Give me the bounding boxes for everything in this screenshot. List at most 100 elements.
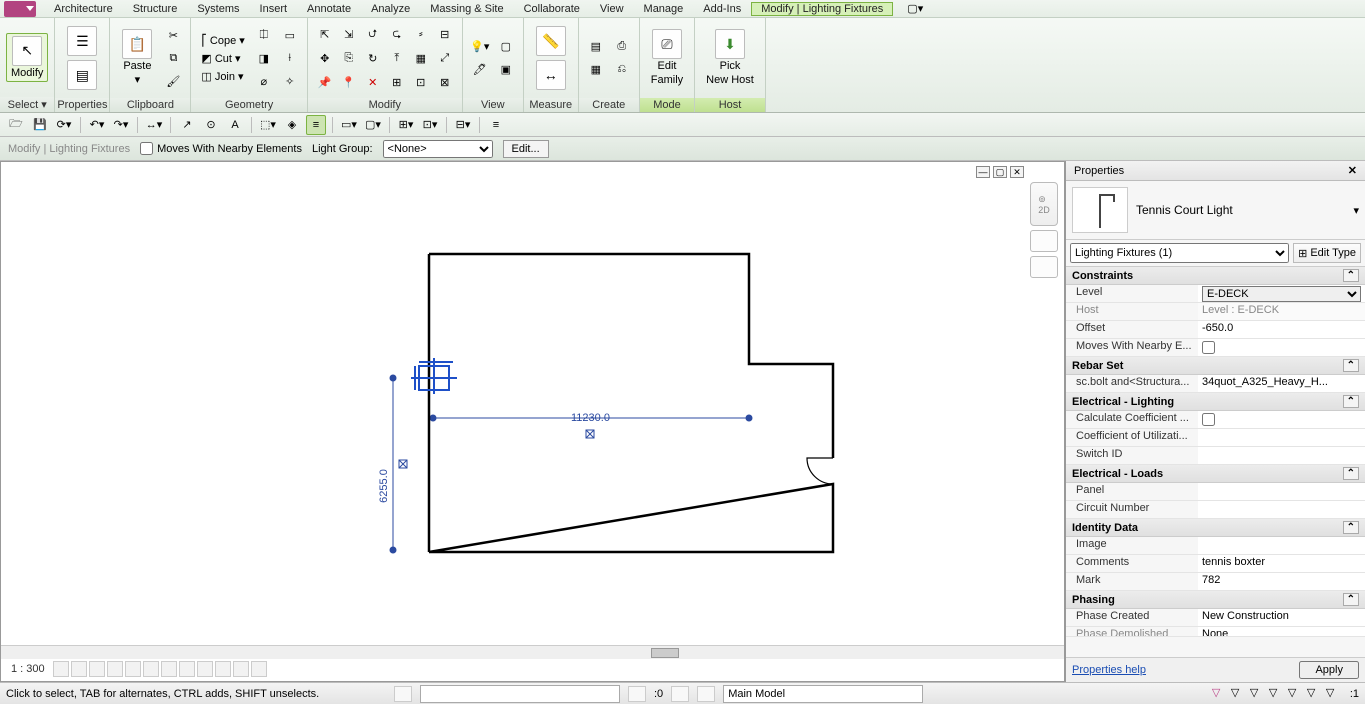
prop-value[interactable]: [1198, 483, 1365, 500]
qa-sync[interactable]: ⟳▾: [54, 115, 74, 135]
qa-customize[interactable]: ≡: [486, 115, 506, 135]
qa-more-3[interactable]: ⊟▾: [453, 115, 473, 135]
app-menu-button[interactable]: [4, 1, 36, 17]
prop-checkbox[interactable]: [1202, 413, 1215, 426]
vc-shadows[interactable]: [107, 661, 123, 677]
prop-value[interactable]: [1198, 501, 1365, 518]
prop-value[interactable]: 782: [1198, 573, 1365, 590]
move-button[interactable]: ✥: [314, 47, 336, 69]
moves-checkbox-label[interactable]: Moves With Nearby Elements: [140, 142, 302, 155]
copy-clipboard-button[interactable]: ⧉: [162, 47, 184, 69]
moves-checkbox[interactable]: [140, 142, 153, 155]
collapse-icon[interactable]: ⌃: [1343, 467, 1359, 480]
menu-addins[interactable]: Add-Ins: [693, 2, 751, 16]
qa-save[interactable]: 💾: [30, 115, 50, 135]
measure-button[interactable]: 📏 ↔: [530, 23, 572, 93]
prop-value[interactable]: [1198, 447, 1365, 464]
geom-tool-5[interactable]: ⟊: [279, 47, 301, 69]
collapse-icon[interactable]: ⌃: [1343, 521, 1359, 534]
menu-annotate[interactable]: Annotate: [297, 2, 361, 16]
edit-type-button[interactable]: ⊞ Edit Type: [1293, 243, 1361, 263]
sf-2[interactable]: ▽: [1231, 686, 1247, 702]
collapse-icon[interactable]: ⌃: [1343, 359, 1359, 372]
dim-vertical-value[interactable]: 6255.0: [378, 469, 390, 503]
cut-clipboard-button[interactable]: ✂: [162, 24, 184, 46]
mirror-draw-button[interactable]: ⮎: [386, 23, 408, 45]
sf-5[interactable]: ▽: [1288, 686, 1304, 702]
sf-1[interactable]: ▽: [1212, 686, 1228, 702]
array-button[interactable]: ▦: [410, 47, 432, 69]
canvas-hscrollbar[interactable]: [1, 645, 1064, 659]
collapse-icon[interactable]: ⌃: [1343, 593, 1359, 606]
trim-extend-button[interactable]: ⤒: [386, 47, 408, 69]
prop-value[interactable]: [1198, 429, 1365, 446]
view-tool-4[interactable]: ▣: [495, 59, 517, 81]
unpin-button[interactable]: 📍: [338, 71, 360, 93]
qa-redo[interactable]: ↷▾: [111, 115, 131, 135]
drawing-canvas[interactable]: — ▢ ✕ ⊚2D: [0, 161, 1065, 682]
menu-massing-site[interactable]: Massing & Site: [420, 2, 513, 16]
prop-value[interactable]: [1198, 339, 1365, 356]
offset-button[interactable]: ⇲: [338, 23, 360, 45]
vc-temp-hide[interactable]: [197, 661, 213, 677]
light-group-edit-button[interactable]: Edit...: [503, 140, 549, 158]
sf-3[interactable]: ▽: [1250, 686, 1266, 702]
create-tool-3[interactable]: ⎙: [611, 36, 633, 58]
menu-manage[interactable]: Manage: [634, 2, 694, 16]
pin-button[interactable]: 📌: [314, 71, 336, 93]
cope-button[interactable]: ⎡Cope ▾: [197, 32, 248, 49]
qa-more-1[interactable]: ⊞▾: [396, 115, 416, 135]
prop-value[interactable]: -650.0: [1198, 321, 1365, 338]
qa-3d[interactable]: ⬚▾: [258, 115, 278, 135]
vc-more[interactable]: [251, 661, 267, 677]
delete-button[interactable]: ✕: [362, 71, 384, 93]
cut-geom-button[interactable]: ◩Cut ▾: [197, 50, 248, 67]
prop-value[interactable]: 34quot_A325_Heavy_H...: [1198, 375, 1365, 392]
prop-group-header[interactable]: Electrical - Lighting⌃: [1066, 393, 1365, 411]
view-tool-3[interactable]: ▢: [495, 36, 517, 58]
prop-value[interactable]: New Construction: [1198, 609, 1365, 626]
prop-value[interactable]: [1198, 411, 1365, 428]
type-selector[interactable]: Tennis Court Light ▾: [1066, 181, 1365, 240]
filter-count[interactable]: :1: [1350, 688, 1359, 700]
prop-group-header[interactable]: Electrical - Loads⌃: [1066, 465, 1365, 483]
scrollbar-thumb[interactable]: [651, 648, 679, 658]
light-group-select[interactable]: <None>: [383, 140, 493, 158]
sf-4[interactable]: ▽: [1269, 686, 1285, 702]
view-tool-2[interactable]: 🖊: [469, 59, 491, 81]
paste-button[interactable]: 📋 Paste ▾: [116, 26, 158, 89]
vc-visual-style[interactable]: [71, 661, 87, 677]
mod-tool-c[interactable]: ⊠: [434, 71, 456, 93]
menu-collaborate[interactable]: Collaborate: [514, 2, 590, 16]
prop-select[interactable]: E-DECK: [1202, 286, 1361, 302]
modify-tool-button[interactable]: ↖ Modify: [6, 33, 48, 83]
geom-tool-2[interactable]: ◨: [253, 47, 275, 69]
properties-filter-select[interactable]: Lighting Fixtures (1): [1070, 243, 1289, 263]
split-button[interactable]: ⸗: [410, 23, 432, 45]
prop-value[interactable]: [1198, 537, 1365, 554]
menu-insert[interactable]: Insert: [250, 2, 298, 16]
rotate-button[interactable]: ↻: [362, 47, 384, 69]
sf-6[interactable]: ▽: [1307, 686, 1323, 702]
menu-architecture[interactable]: Architecture: [44, 2, 123, 16]
scale-button[interactable]: ⤢: [434, 47, 456, 69]
panel-select-label[interactable]: Select ▾: [0, 97, 54, 112]
properties-button[interactable]: ☰ ▤: [61, 23, 103, 93]
vc-crop-region[interactable]: [161, 661, 177, 677]
qa-more-2[interactable]: ⊡▾: [420, 115, 440, 135]
menu-structure[interactable]: Structure: [123, 2, 188, 16]
align-button[interactable]: ⇱: [314, 23, 336, 45]
prop-checkbox[interactable]: [1202, 341, 1215, 354]
join-button[interactable]: ◫Join ▾: [197, 68, 248, 85]
qa-section[interactable]: ◈: [282, 115, 302, 135]
properties-help-link[interactable]: Properties help: [1072, 664, 1146, 676]
vc-crop[interactable]: [143, 661, 159, 677]
pick-new-host-button[interactable]: ⬇ Pick New Host: [701, 26, 759, 89]
properties-close-button[interactable]: ✕: [1348, 164, 1357, 177]
status-tool-1[interactable]: [394, 686, 412, 702]
mod-tool-b[interactable]: ⊡: [410, 71, 432, 93]
vc-rendering[interactable]: [125, 661, 141, 677]
ribbon-minimize-button[interactable]: ▢▾: [903, 2, 927, 15]
vc-lock-3d[interactable]: [179, 661, 195, 677]
vc-detail-level[interactable]: [53, 661, 69, 677]
